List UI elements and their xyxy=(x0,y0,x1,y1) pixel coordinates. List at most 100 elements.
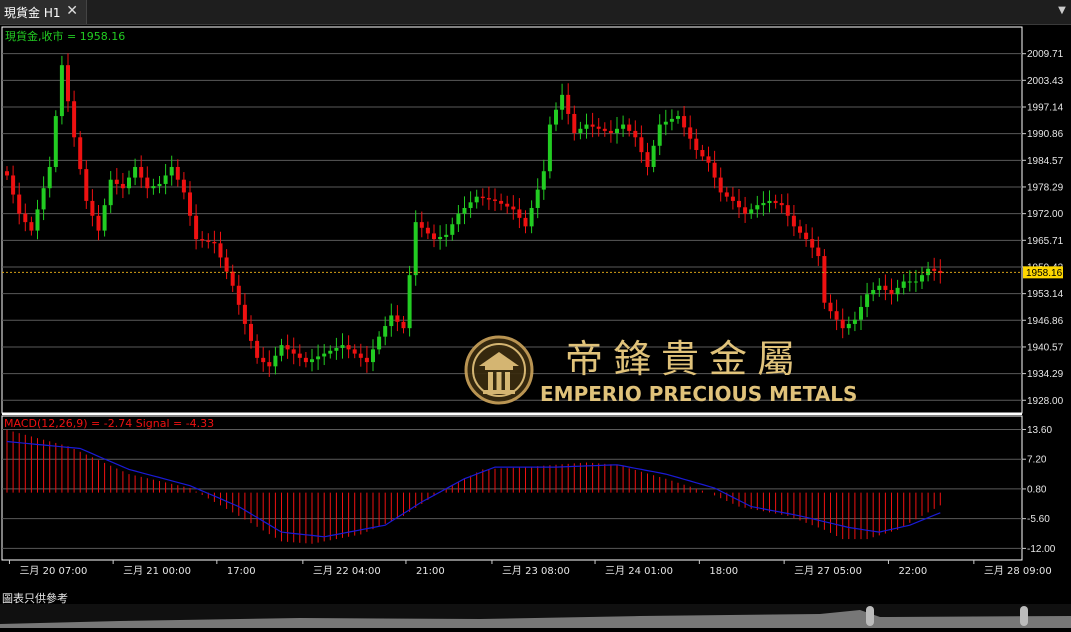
candle-body xyxy=(505,203,510,207)
candle-body xyxy=(547,124,552,172)
candle-body xyxy=(444,234,449,237)
tab-title: 現貨金 H1 xyxy=(4,5,61,20)
candle-body xyxy=(108,179,113,206)
candle-body xyxy=(462,207,467,214)
candle-body xyxy=(871,289,876,295)
candle-body xyxy=(419,222,424,228)
candle-body xyxy=(145,177,150,189)
time-tick-label: 三月 21 00:00 xyxy=(123,565,191,577)
candle-body xyxy=(657,124,662,146)
candle-body xyxy=(41,188,46,210)
candle-body xyxy=(120,183,125,189)
candle-body xyxy=(865,294,870,307)
menu-dropdown-icon[interactable]: ▼ xyxy=(1055,2,1069,20)
candle-body xyxy=(102,205,107,231)
candle-body xyxy=(645,152,650,167)
candle-body xyxy=(425,227,430,234)
candle-body xyxy=(700,150,705,157)
candle-body xyxy=(779,203,784,206)
candle-body xyxy=(206,240,211,242)
candle-body xyxy=(224,257,229,272)
candle-body xyxy=(810,239,815,248)
candle-body xyxy=(450,224,455,235)
candle-body xyxy=(35,209,40,231)
time-tick-label: 三月 24 01:00 xyxy=(605,565,673,577)
time-tick-label: 17:00 xyxy=(227,566,256,577)
candle-body xyxy=(163,175,168,184)
candle-body xyxy=(834,311,839,320)
candle-body xyxy=(53,116,58,167)
candle-body xyxy=(84,169,89,201)
candle-body xyxy=(737,200,741,208)
candle-body xyxy=(724,192,729,197)
candle-body xyxy=(236,285,241,305)
candle-body xyxy=(852,319,857,324)
candle-body xyxy=(151,186,156,189)
candle-body xyxy=(676,116,680,119)
candle-body xyxy=(480,196,485,199)
candle-body xyxy=(352,349,357,354)
time-tick-label: 三月 28 09:00 xyxy=(984,565,1052,577)
candle-body xyxy=(279,345,284,356)
candle-body xyxy=(907,281,912,283)
candle-body xyxy=(11,175,16,195)
candle-body xyxy=(828,302,833,312)
price-tick-label: 1984.57 xyxy=(1027,156,1064,167)
time-tick-label: 22:00 xyxy=(898,566,927,577)
candle-body xyxy=(78,137,83,170)
candle-body xyxy=(499,200,504,204)
candle-body xyxy=(718,177,723,193)
price-tick-label: 1997.14 xyxy=(1027,102,1064,113)
candle-body xyxy=(493,199,497,201)
price-axis: 2009.71 2003.43 1997.14 1990.86 1984.57 1978.… xyxy=(1022,49,1064,407)
candle-body xyxy=(200,239,205,241)
time-tick-label: 三月 23 08:00 xyxy=(502,565,570,577)
candle-body xyxy=(932,268,937,271)
macd-axis: 13.60 7.20 0.80 -5.60 -12.00 xyxy=(1022,425,1056,555)
candle-body xyxy=(364,357,369,363)
price-tick-label: 1990.86 xyxy=(1027,129,1064,140)
candle-body xyxy=(255,340,260,358)
candle-body xyxy=(316,356,321,360)
time-axis: 三月 20 07:00 三月 21 00:00 17:00 三月 22 04:00 21… xyxy=(8,560,1052,577)
candle-body xyxy=(572,113,577,134)
candle-body xyxy=(767,200,772,204)
tab-strip: 現貨金 H1 ✕ ▼ xyxy=(0,0,1071,25)
candle-body xyxy=(297,353,302,358)
candle-body xyxy=(468,202,473,208)
tab-chart[interactable]: 現貨金 H1 ✕ xyxy=(0,0,87,24)
candle-body xyxy=(651,145,656,167)
scrollbar-overview xyxy=(0,606,1071,628)
candle-body xyxy=(127,177,131,189)
candle-body xyxy=(218,243,223,258)
chart-window: 現貨金 H1 ✕ ▼ 2009.71 2003.43 1997.14 1990.86 1… xyxy=(0,0,1071,630)
price-tick-label: 2003.43 xyxy=(1027,76,1064,87)
macd-tick-label: -12.00 xyxy=(1027,544,1056,555)
candle-body xyxy=(639,137,644,153)
macd-tick-label: 0.80 xyxy=(1027,484,1047,495)
price-legend: 現貨金,收市 = 1958.16 xyxy=(5,29,125,43)
candle-body xyxy=(181,179,186,193)
candle-body xyxy=(358,353,363,358)
candle-body xyxy=(791,215,796,227)
candle-body xyxy=(169,166,174,176)
price-tick-label: 2009.71 xyxy=(1027,49,1064,60)
candle-body xyxy=(669,118,674,122)
candle-body xyxy=(230,271,235,286)
scroll-thumb-right[interactable] xyxy=(1020,606,1028,626)
candle-body xyxy=(846,323,851,329)
candle-body xyxy=(47,166,52,189)
candle-body xyxy=(602,128,607,131)
candle-body xyxy=(901,281,906,288)
time-tick-label: 三月 27 05:00 xyxy=(794,565,862,577)
candle-body xyxy=(249,323,253,341)
candle-body xyxy=(621,124,626,129)
candle-body xyxy=(267,362,272,367)
chart-scrollbar[interactable] xyxy=(0,604,1071,628)
close-icon[interactable]: ✕ xyxy=(66,3,78,19)
candle-body xyxy=(730,196,735,201)
candle-body xyxy=(72,101,77,138)
scroll-thumb-left[interactable] xyxy=(866,606,874,626)
candle-body xyxy=(310,359,314,363)
candle-body xyxy=(694,138,699,151)
